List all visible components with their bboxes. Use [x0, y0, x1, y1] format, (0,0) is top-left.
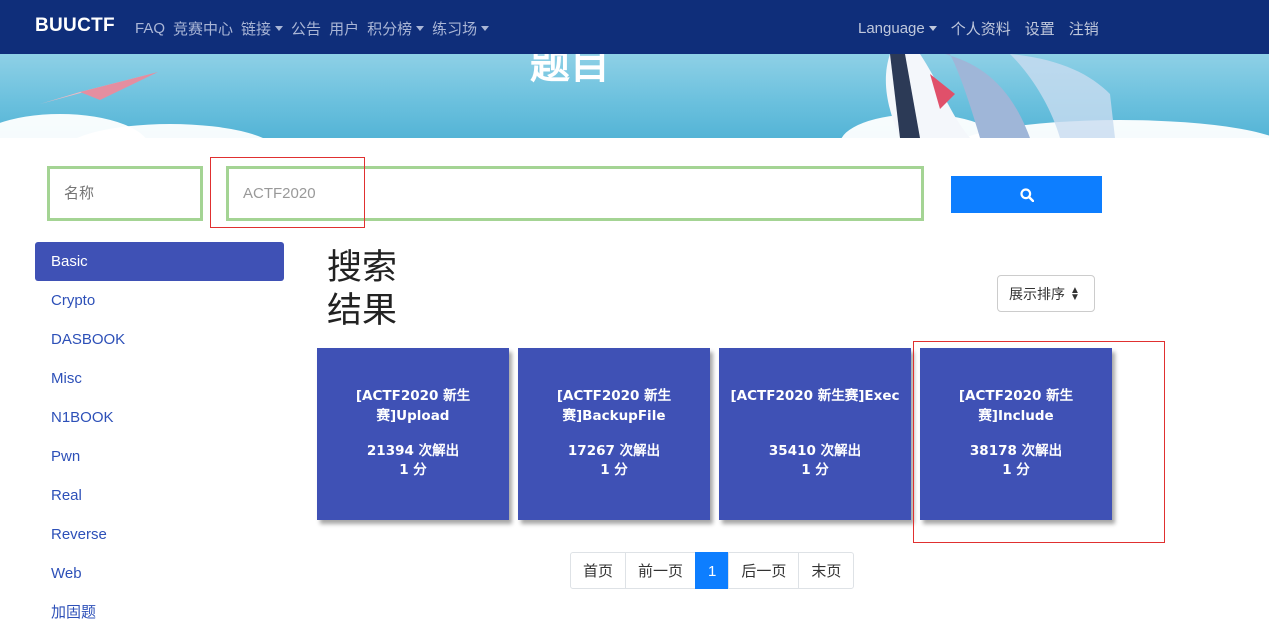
search-field-select[interactable]	[47, 166, 203, 221]
nav-item-label: 个人资料	[950, 21, 1011, 38]
sidebar-item-real[interactable]: Real	[35, 476, 284, 515]
nav-item-links[interactable]: 链接	[241, 18, 284, 39]
nav-item-label: 注销	[1068, 21, 1099, 38]
nav-item-scoreboard[interactable]: 积分榜	[367, 18, 425, 39]
page-prev-button[interactable]: 前一页	[625, 552, 697, 589]
sidebar-item-web[interactable]: Web	[35, 554, 284, 593]
nav-item-profile[interactable]: 个人资料	[951, 18, 1011, 39]
page-current-button[interactable]: 1	[695, 552, 730, 589]
nav-right-menu: Language 个人资料 设置 注销	[858, 18, 1113, 39]
challenge-points: 1 分	[600, 462, 628, 478]
challenge-solves: 38178 次解出	[969, 443, 1063, 459]
search-input[interactable]	[229, 169, 921, 218]
nav-item-label: 积分榜	[367, 21, 413, 38]
search-button[interactable]	[951, 176, 1102, 213]
nav-item-faq[interactable]: FAQ	[135, 18, 165, 39]
sidebar-item-hardening[interactable]: 加固题	[35, 593, 284, 632]
nav-item-settings[interactable]: 设置	[1025, 18, 1055, 39]
sidebar-item-dasbook[interactable]: DASBOOK	[35, 320, 284, 359]
challenge-card[interactable]: [ACTF2020 新生赛]Exec 35410 次解出 1 分	[719, 348, 911, 520]
brand-logo[interactable]: BUUCTF	[35, 15, 115, 37]
page-banner: 题目	[0, 54, 1269, 138]
challenge-name: [ACTF2020 新生赛]BackupFile	[556, 388, 672, 424]
challenge-name: [ACTF2020 新生赛]Include	[958, 388, 1074, 424]
nav-item-label: 竞赛中心	[173, 21, 234, 38]
nav-item-label: Language	[858, 20, 925, 37]
challenge-points: 1 分	[399, 462, 427, 478]
challenge-solves: 21394 次解出	[366, 443, 460, 459]
nav-item-label: 链接	[241, 21, 272, 38]
challenge-name: [ACTF2020 新生赛]Upload	[355, 388, 471, 424]
caret-down-icon	[928, 26, 937, 31]
challenge-card[interactable]: [ACTF2020 新生赛]BackupFile 17267 次解出 1 分	[518, 348, 710, 520]
sort-arrows-icon: ▲ ▼	[1070, 284, 1080, 303]
challenge-points: 1 分	[1002, 462, 1030, 478]
nav-item-practice[interactable]: 练习场	[432, 18, 490, 39]
caret-down-icon	[416, 26, 425, 31]
search-field-input[interactable]	[50, 169, 200, 218]
sidebar-item-pwn[interactable]: Pwn	[35, 437, 284, 476]
nav-item-label: 练习场	[432, 21, 478, 38]
anime-character-illustration	[885, 54, 1115, 138]
search-query-field[interactable]	[226, 166, 924, 221]
challenge-name: [ACTF2020 新生赛]Exec	[730, 388, 900, 404]
results-title: 搜索结果	[327, 248, 398, 330]
page-last-button[interactable]: 末页	[798, 552, 855, 589]
nav-item-label: 设置	[1024, 21, 1055, 38]
challenge-points: 1 分	[801, 462, 829, 478]
sidebar-item-n1book[interactable]: N1BOOK	[35, 398, 284, 437]
sort-select[interactable]: 展示排序 ▲ ▼	[997, 275, 1095, 312]
sidebar-item-misc[interactable]: Misc	[35, 359, 284, 398]
sidebar-item-crypto[interactable]: Crypto	[35, 281, 284, 320]
challenge-card[interactable]: [ACTF2020 新生赛]Include 38178 次解出 1 分	[920, 348, 1112, 520]
nav-item-label: FAQ	[135, 20, 166, 37]
page-first-button[interactable]: 首页	[570, 552, 627, 589]
challenge-solves: 17267 次解出	[567, 443, 661, 459]
paper-plane-illustration	[40, 72, 158, 104]
sort-select-label: 展示排序	[1009, 285, 1065, 302]
sidebar-item-reverse[interactable]: Reverse	[35, 515, 284, 554]
sidebar-item-basic[interactable]: Basic	[35, 242, 284, 281]
caret-down-icon	[481, 26, 490, 31]
nav-item-language[interactable]: Language	[858, 18, 937, 39]
caret-down-icon	[275, 26, 284, 31]
category-sidebar: Basic Crypto DASBOOK Misc N1BOOK Pwn Rea…	[35, 242, 284, 632]
pagination: 首页 前一页 1 后一页 末页	[570, 552, 855, 589]
top-navbar: BUUCTF FAQ 竞赛中心 链接 公告 用户 积分榜 练习场 Languag…	[0, 0, 1269, 54]
challenge-solves: 35410 次解出	[768, 443, 862, 459]
banner-title: 题目	[530, 54, 610, 87]
challenge-card[interactable]: [ACTF2020 新生赛]Upload 21394 次解出 1 分	[317, 348, 509, 520]
nav-item-logout[interactable]: 注销	[1069, 18, 1099, 39]
search-icon	[1019, 187, 1034, 202]
nav-item-competitions[interactable]: 竞赛中心	[173, 18, 233, 39]
nav-item-users[interactable]: 用户	[329, 18, 359, 39]
nav-item-label: 用户	[329, 21, 360, 38]
nav-item-notices[interactable]: 公告	[291, 18, 321, 39]
nav-item-label: 公告	[291, 21, 322, 38]
page-next-button[interactable]: 后一页	[728, 552, 800, 589]
nav-left-menu: FAQ 竞赛中心 链接 公告 用户 积分榜 练习场	[135, 18, 497, 39]
